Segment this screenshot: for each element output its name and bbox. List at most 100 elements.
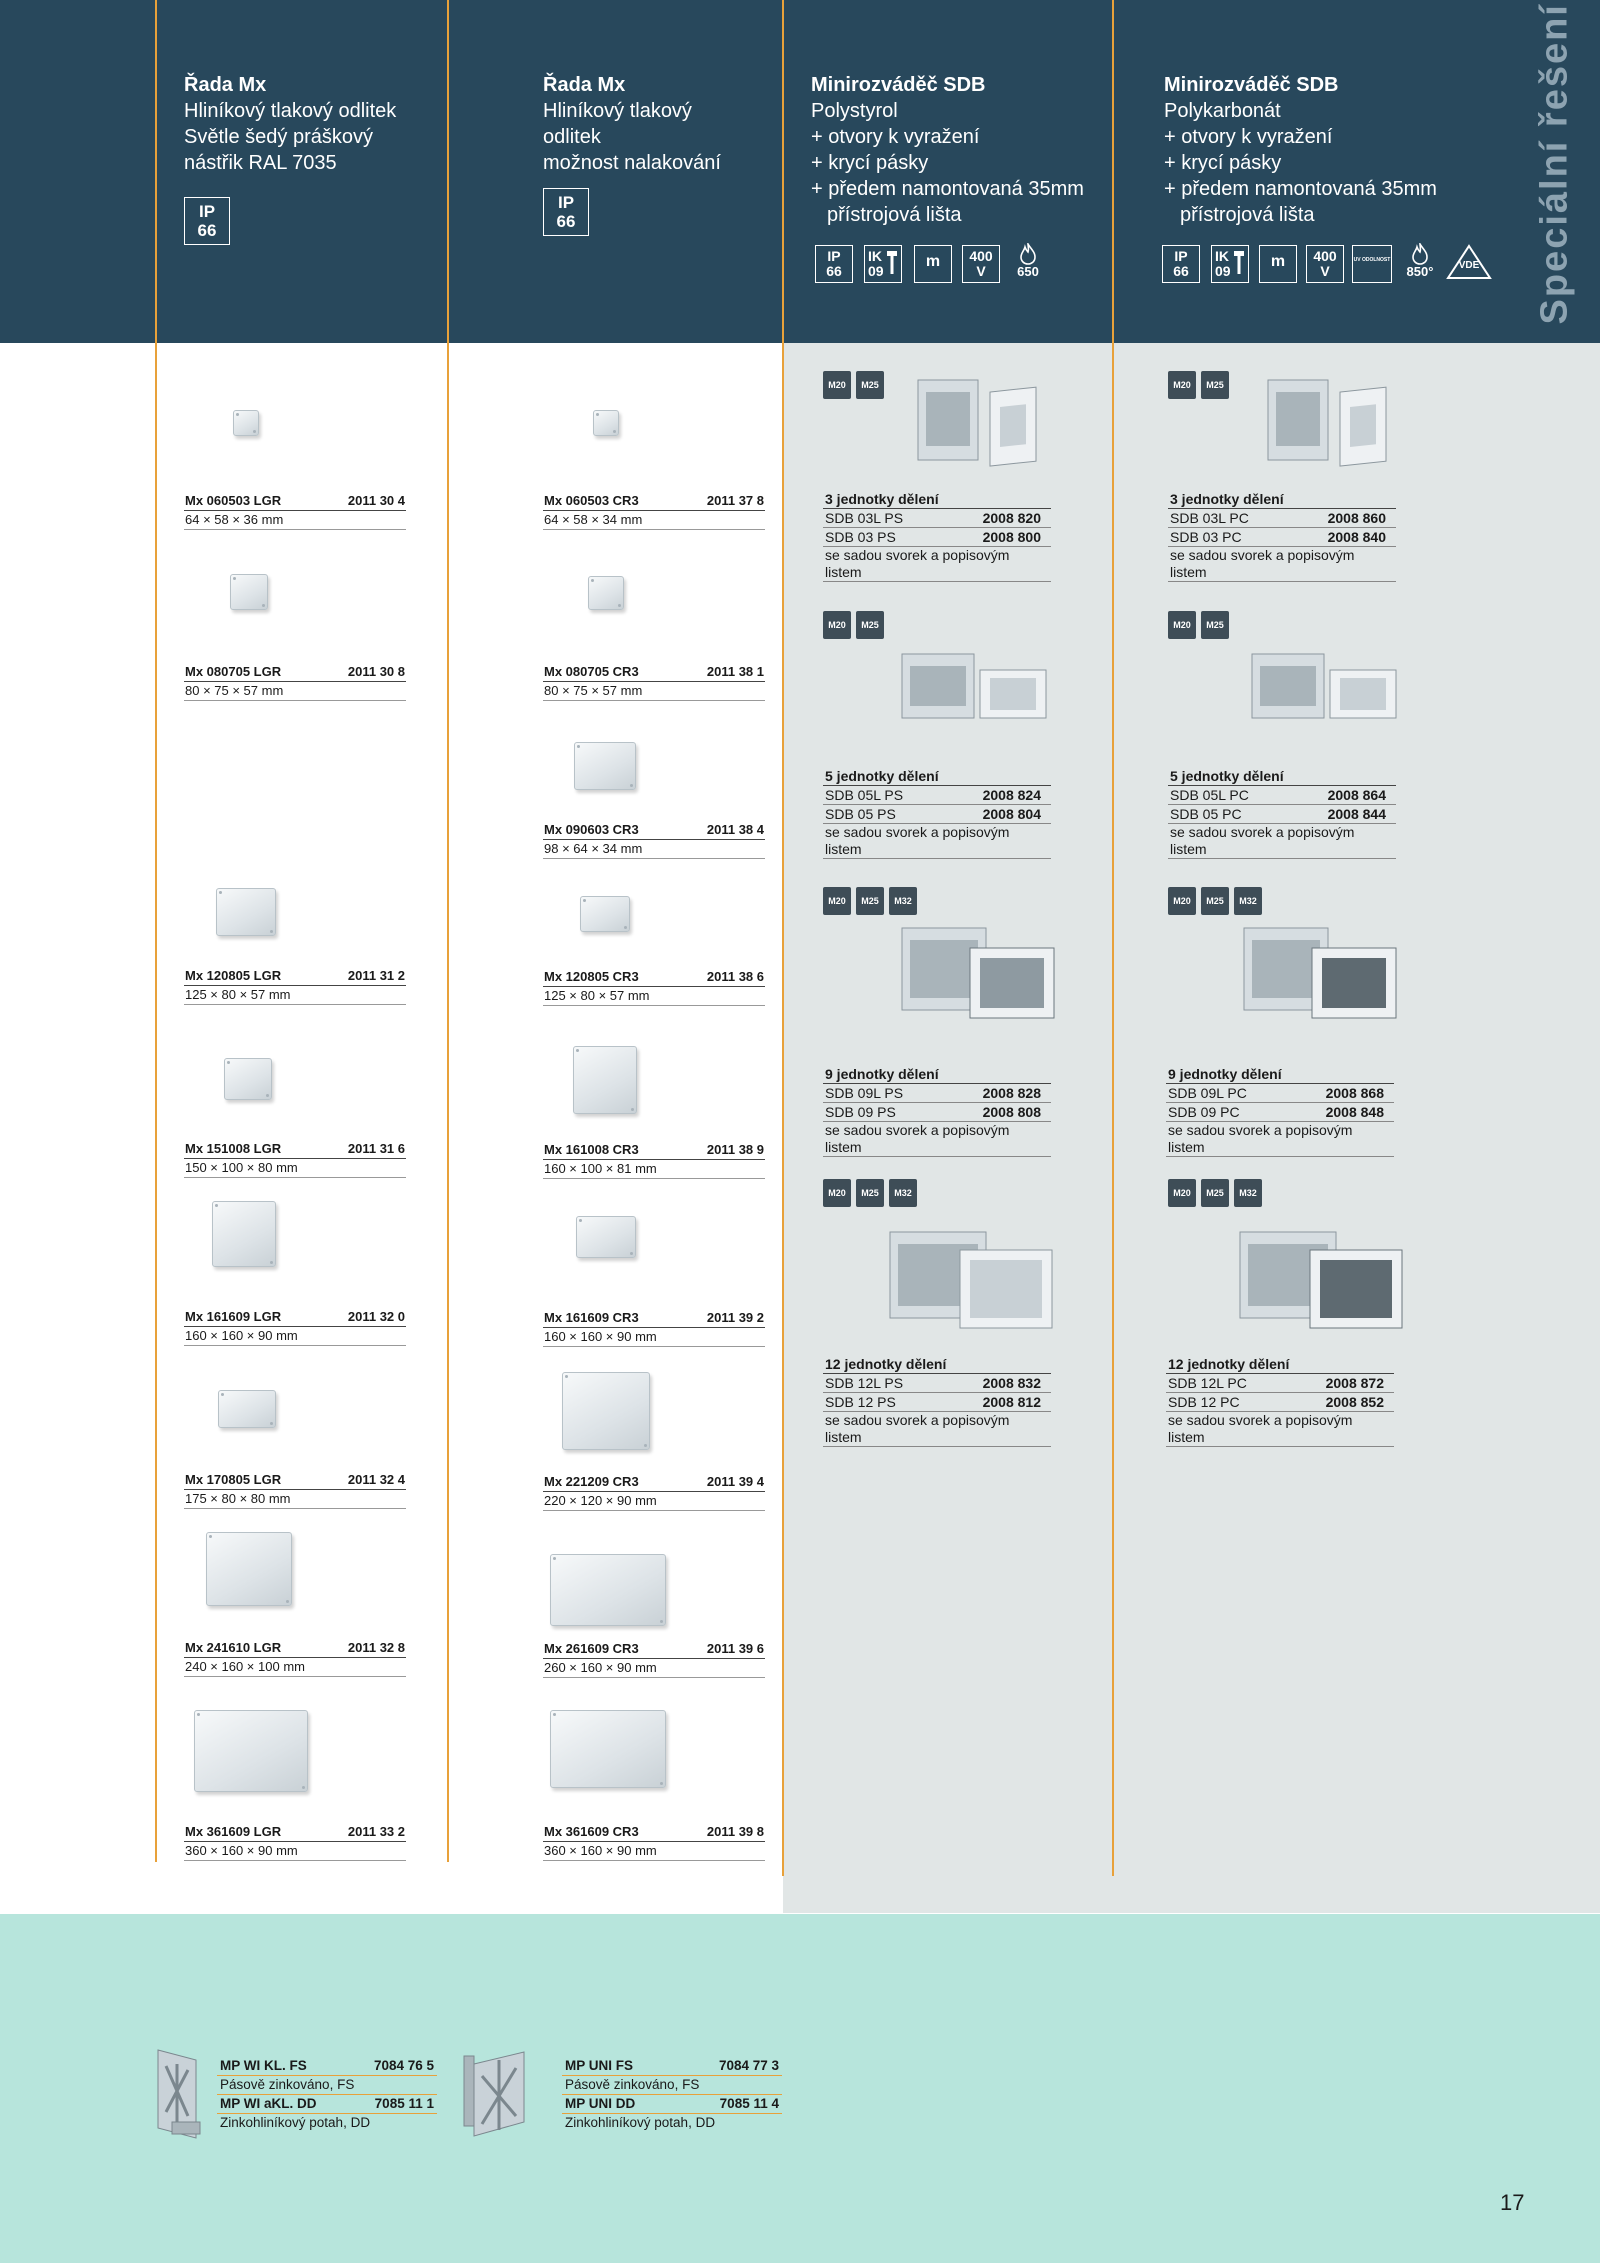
distribution-box-image: [1243, 927, 1397, 1019]
product-name: SDB 03 PS: [825, 529, 896, 545]
product-dims: 125 × 80 × 57 mm: [543, 987, 765, 1006]
enclosure-image: [580, 896, 630, 932]
product-code: 2008 840: [1327, 529, 1386, 545]
mounting-plate-image: [157, 2049, 201, 2139]
product-mx-lgr: Mx 361609 LGR 2011 33 2 360 × 160 × 90 mm: [184, 1824, 406, 1861]
product-name: Mx 090603 CR3: [544, 822, 639, 837]
product-mx-cr3: Mx 080705 CR3 2011 38 1 80 × 75 × 57 mm: [543, 664, 765, 701]
badge-value: 400: [1313, 248, 1337, 264]
glow-wire-650-symbol: 650: [1010, 241, 1046, 279]
product-name: Mx 120805 CR3: [544, 969, 639, 984]
product-code: 2011 38 9: [706, 1142, 764, 1157]
header-line: Polykarbonát: [1164, 100, 1281, 122]
enclosure-image: [588, 576, 624, 610]
header-line: Polystyrol: [811, 100, 898, 122]
enclosure-image: [233, 410, 259, 436]
uv-resistance-badge: UV ODOLNOST: [1352, 245, 1392, 283]
cable-entry-tag: M25: [1201, 611, 1229, 639]
product-code: 7085 11 4: [719, 2096, 779, 2111]
sdb-pc-group: 5 jednotky dělení SDB 05L PC 2008 864 SDB…: [1168, 768, 1396, 859]
badge-label: IP: [198, 202, 216, 221]
group-note: listem: [1168, 564, 1396, 582]
product-name: Mx 060503 CR3: [544, 493, 639, 508]
product-name: SDB 05L PC: [1170, 787, 1249, 803]
product-mx-lgr: Mx 151008 LGR 2011 31 6 150 × 100 × 80 mm: [184, 1141, 406, 1178]
group-note: se sadou svorek a popisovým: [1170, 547, 1355, 563]
badge-value: 400: [969, 248, 993, 264]
product-code: 2008 860: [1327, 510, 1386, 526]
group-note: se sadou svorek a popisovým: [825, 547, 1010, 563]
badge-label: IP: [827, 248, 841, 264]
sdb-ps-group: 12 jednotky dělení SDB 12L PS 2008 832 SD…: [823, 1356, 1051, 1447]
product-name: SDB 09 PC: [1168, 1104, 1240, 1120]
product-name: Mx 161008 CR3: [544, 1142, 639, 1157]
column-divider: [155, 0, 157, 1862]
product-mx-lgr: Mx 161609 LGR 2011 32 0 160 × 160 × 90 mm: [184, 1309, 406, 1346]
cable-entry-tag: M25: [856, 887, 884, 915]
ik09-badge: IK 09: [1211, 245, 1249, 283]
cable-entry-tag: M32: [1234, 887, 1262, 915]
enclosure-image: [573, 1046, 637, 1114]
product-code: 2008 832: [982, 1375, 1041, 1391]
header-col-mx-cr3: Řada Mx Hliníkový tlakový odlitek možnos…: [543, 72, 763, 176]
product-code: 2008 828: [982, 1085, 1041, 1101]
header-title: Minirozváděč SDB: [811, 74, 986, 96]
product-name: Mx 060503 LGR: [185, 493, 282, 508]
header-line: + krycí pásky: [1164, 152, 1282, 174]
cable-entry-tag: M20: [1168, 611, 1196, 639]
product-code: 2011 30 8: [347, 664, 405, 679]
product-code: 2008 820: [982, 510, 1041, 526]
group-heading: 3 jednotky dělení: [1168, 491, 1396, 509]
voltage-badge: 400 V: [1306, 245, 1344, 283]
product-name: Mx 221209 CR3: [544, 1474, 639, 1489]
product-name: SDB 09L PS: [825, 1085, 904, 1101]
cable-entry-tag: M25: [856, 371, 884, 399]
badge-label: V: [1320, 263, 1330, 279]
product-dims: 360 × 160 × 90 mm: [184, 1842, 406, 1861]
product-code: 2011 32 0: [347, 1309, 405, 1324]
cable-entry-tag: M20: [1168, 371, 1196, 399]
product-dims: 150 × 100 × 80 mm: [184, 1159, 406, 1178]
badge-value: m: [1270, 253, 1286, 270]
product-name: SDB 12L PC: [1168, 1375, 1247, 1391]
enclosure-image: [550, 1710, 666, 1788]
distribution-box-image: [917, 379, 1037, 467]
cable-entry-tag: M25: [1201, 1179, 1229, 1207]
glow-value: 850°: [1406, 264, 1434, 279]
hammer-icon: [887, 251, 897, 274]
product-name: SDB 12 PS: [825, 1394, 896, 1410]
distribution-box-image: [1239, 1231, 1403, 1329]
group-note: se sadou svorek a popisovým: [1168, 1412, 1353, 1428]
product-code: 2008 864: [1327, 787, 1386, 803]
hammer-icon: [1234, 251, 1244, 274]
badge-value: m: [925, 253, 941, 270]
header-line: Hliníkový tlakový: [543, 100, 692, 122]
header-title: Minirozváděč SDB: [1164, 74, 1339, 96]
cable-entry-tag: M25: [1201, 371, 1229, 399]
product-description: Pásově zinkováno, FS: [565, 2077, 700, 2092]
distribution-box-image: [901, 653, 1047, 719]
product-mx-cr3: Mx 120805 CR3 2011 38 6 125 × 80 × 57 mm: [543, 969, 765, 1006]
product-mx-cr3: Mx 161008 CR3 2011 38 9 160 × 100 × 81 mm: [543, 1142, 765, 1179]
group-heading: 5 jednotky dělení: [1168, 768, 1396, 786]
product-mx-cr3: Mx 361609 CR3 2011 39 8 360 × 160 × 90 mm: [543, 1824, 765, 1861]
group-note: se sadou svorek a popisovým: [1170, 824, 1355, 840]
group-note: listem: [1166, 1429, 1394, 1447]
group-heading: 3 jednotky dělení: [823, 491, 1051, 509]
header-line: přístrojová lišta: [1180, 204, 1315, 226]
product-dims: 125 × 80 × 57 mm: [184, 986, 406, 1005]
header-line: nástřik RAL 7035: [184, 152, 337, 174]
cable-entry-tag: M32: [889, 1179, 917, 1207]
column-divider: [782, 0, 784, 1876]
column-divider: [1112, 0, 1114, 1876]
cable-entry-tag: M20: [823, 611, 851, 639]
product-name: MP WI KL. FS: [220, 2058, 307, 2073]
group-note: listem: [823, 564, 1051, 582]
badge-value: 66: [556, 212, 576, 231]
product-code: 2011 31 6: [347, 1141, 405, 1156]
product-description: Zinkohliníkový potah, DD: [220, 2115, 371, 2130]
product-name: SDB 05L PS: [825, 787, 904, 803]
mounting-m-badge: m: [1259, 245, 1297, 283]
product-name: MP UNI FS: [565, 2058, 634, 2073]
product-dims: 80 × 75 × 57 mm: [543, 682, 765, 701]
